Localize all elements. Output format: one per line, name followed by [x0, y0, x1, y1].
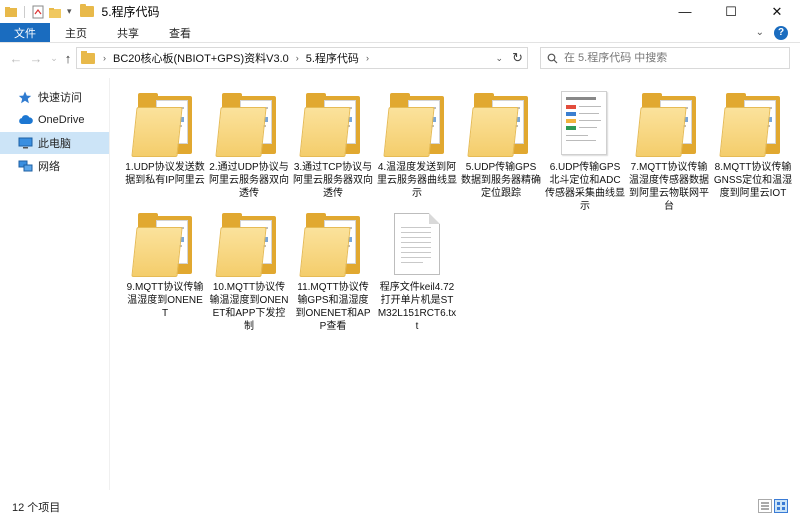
file-name: 6.UDP传输GPS北斗定位和ADC传感器采集曲线显示 [545, 162, 625, 212]
file-name: 10.MQTT协议传输温湿度到ONENET和APP下发控制 [209, 282, 289, 332]
quick-access-toolbar: ▾ [4, 5, 72, 19]
list-item[interactable]: 10.MQTT协议传输温湿度到ONENET和APP下发控制 [209, 205, 289, 333]
network-icon [18, 160, 33, 172]
window-title: 5.程序代码 [101, 5, 160, 19]
folder-icon [299, 213, 364, 277]
forward-arrow-icon[interactable]: → [26, 48, 46, 68]
folder-icon [131, 213, 196, 277]
file-name: 4.温湿度发送到阿里云服务器曲线显示 [377, 162, 457, 199]
sidebar-item-this-pc[interactable]: 此电脑 [0, 132, 109, 154]
address-bar[interactable]: › BC20核心板(NBIOT+GPS)资料V3.0 › 5.程序代码 › ⌄ … [76, 47, 528, 69]
document-thumbnail-icon [561, 91, 609, 157]
list-item[interactable]: 6.UDP传输GPS北斗定位和ADC传感器采集曲线显示 [545, 85, 625, 213]
list-item[interactable]: 8.MQTT协议传输GNSS定位和温湿度到阿里云IOT [713, 85, 793, 200]
sidebar-item-label: 快速访问 [38, 92, 82, 104]
tab-file[interactable]: 文件 [0, 23, 50, 42]
sidebar-item-label: OneDrive [38, 114, 85, 126]
file-name: 9.MQTT协议传输温湿度到ONENET [126, 282, 204, 319]
file-name: 2.通过UDP协议与阿里云服务器双向透传 [209, 162, 289, 199]
window-folder-icon [79, 4, 94, 17]
search-box[interactable] [540, 47, 790, 69]
folder-icon [215, 93, 280, 157]
list-item[interactable]: 7.MQTT协议传输温湿度传感器数据到阿里云物联网平台 [629, 85, 709, 213]
list-item[interactable]: 3.通过TCP协议与阿里云服务器双向透传 [293, 85, 373, 200]
navigation-bar: ← → ⌄ ↑ › BC20核心板(NBIOT+GPS)资料V3.0 › 5.程… [0, 44, 800, 72]
file-name: 3.通过TCP协议与阿里云服务器双向透传 [293, 162, 373, 199]
folder-icon [131, 93, 196, 157]
ribbon-tabs: 文件 主页 共享 查看 ⌄ ? [0, 23, 800, 43]
computer-icon [18, 137, 33, 149]
sidebar-item-label: 网络 [38, 161, 60, 173]
item-count: 12 个项目 [12, 501, 61, 514]
list-item[interactable]: 2.通过UDP协议与阿里云服务器双向透传 [209, 85, 289, 200]
breadcrumb-parent[interactable]: BC20核心板(NBIOT+GPS)资料V3.0 [113, 50, 289, 66]
details-view-icon[interactable] [758, 499, 772, 513]
folder-icon [719, 93, 784, 157]
list-item[interactable]: 程序文件keil4.72打开单片机是STM32L151RCT6.txt [377, 205, 457, 333]
refresh-icon[interactable]: ↻ [512, 50, 523, 66]
help-icon[interactable]: ? [774, 25, 788, 40]
file-name: 8.MQTT协议传输GNSS定位和温湿度到阿里云IOT [713, 162, 793, 199]
list-item[interactable]: 1.UDP协议发送数据到私有IP阿里云 [125, 85, 205, 187]
file-name: 1.UDP协议发送数据到私有IP阿里云 [125, 162, 205, 186]
folder-icon [215, 213, 280, 277]
tab-home[interactable]: 主页 [50, 23, 102, 42]
star-icon [18, 91, 32, 104]
expand-ribbon-chevron-icon[interactable]: ⌄ [756, 27, 764, 38]
tab-share[interactable]: 共享 [102, 23, 154, 42]
chevron-right-icon[interactable]: › [296, 53, 299, 63]
chevron-right-icon[interactable]: › [103, 53, 106, 63]
close-button[interactable]: ✕ [754, 0, 800, 23]
sidebar-item-label: 此电脑 [38, 138, 71, 150]
back-arrow-icon[interactable]: ← [6, 48, 26, 68]
file-name: 11.MQTT协议传输GPS和温湿度到ONENET和APP查看 [295, 282, 371, 332]
list-item[interactable]: 11.MQTT协议传输GPS和温湿度到ONENET和APP查看 [293, 205, 373, 333]
breadcrumb-current[interactable]: 5.程序代码 [306, 50, 359, 66]
folder-icon [299, 93, 364, 157]
search-icon [547, 53, 558, 63]
folder-icon [383, 93, 448, 157]
new-folder-icon[interactable] [48, 5, 62, 19]
chevron-right-icon[interactable]: › [366, 53, 369, 63]
folder-icon [4, 5, 18, 19]
file-name: 7.MQTT协议传输温湿度传感器数据到阿里云物联网平台 [629, 162, 709, 212]
maximize-button[interactable]: ☐ [708, 0, 754, 23]
minimize-button[interactable]: — [662, 0, 708, 23]
address-folder-icon [81, 50, 95, 64]
sidebar-item-onedrive[interactable]: OneDrive [0, 109, 109, 131]
search-input[interactable] [564, 52, 774, 64]
navigation-pane: 快速访问 OneDrive 此电脑 网络 [0, 78, 110, 490]
large-icons-view-icon[interactable] [774, 499, 788, 513]
folder-icon [635, 93, 700, 157]
status-bar: 12 个项目 [0, 494, 800, 519]
cloud-icon [18, 114, 33, 126]
folder-icon [467, 93, 532, 157]
customize-toolbar-dropdown[interactable]: ▾ [67, 6, 72, 17]
sidebar-item-quick-access[interactable]: 快速访问 [0, 86, 109, 108]
up-arrow-icon[interactable]: ↑ [58, 48, 78, 68]
file-name: 5.UDP传输GPS数据到服务器精确定位跟踪 [461, 162, 541, 199]
list-item[interactable]: 4.温湿度发送到阿里云服务器曲线显示 [377, 85, 457, 200]
tab-view[interactable]: 查看 [154, 23, 206, 42]
title-bar: ▾ 5.程序代码 — ☐ ✕ [0, 0, 800, 23]
file-list: 1.UDP协议发送数据到私有IP阿里云 2.通过UDP协议与阿里云服务器双向透传… [115, 80, 800, 490]
address-dropdown-icon[interactable]: ⌄ [495, 53, 503, 64]
properties-icon[interactable] [31, 5, 45, 19]
sidebar-item-network[interactable]: 网络 [0, 155, 109, 177]
text-file-icon [394, 213, 440, 275]
list-item[interactable]: 9.MQTT协议传输温湿度到ONENET [125, 205, 205, 320]
file-name: 程序文件keil4.72打开单片机是STM32L151RCT6.txt [377, 282, 457, 332]
list-item[interactable]: 5.UDP传输GPS数据到服务器精确定位跟踪 [461, 85, 541, 200]
